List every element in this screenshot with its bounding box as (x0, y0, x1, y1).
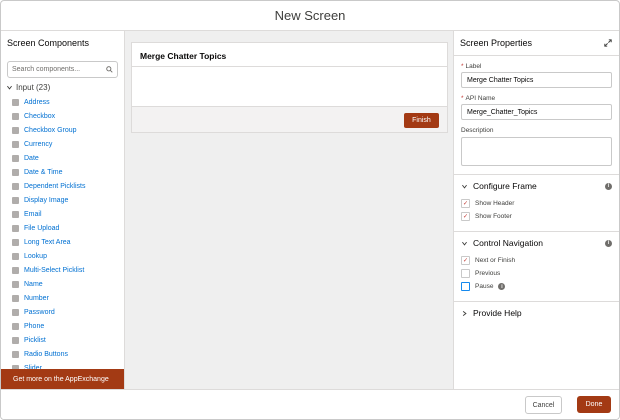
screen-canvas: Merge Chatter Topics Finish (125, 31, 453, 389)
component-item[interactable]: Date & Time (1, 165, 124, 179)
search-placeholder: Search components... (12, 66, 81, 73)
checkmark-icon: ✓ (461, 199, 470, 208)
provide-help-section: Provide Help (454, 301, 619, 324)
api-name-field-label: * API Name (461, 95, 496, 102)
component-icon (12, 196, 19, 204)
screen-components-panel: Screen Components Search components... I… (1, 31, 125, 389)
show-footer-checkbox[interactable]: ✓ Show Footer (454, 210, 619, 223)
provide-help-toggle[interactable]: Provide Help (454, 302, 619, 324)
component-item[interactable]: Address (1, 95, 124, 109)
component-icon (12, 350, 19, 358)
properties-header: Screen Properties (454, 31, 619, 56)
chevron-down-icon (6, 84, 13, 91)
show-header-checkbox[interactable]: ✓ Show Header (454, 197, 619, 210)
checkmark-icon: ✓ (461, 256, 470, 265)
component-icon (12, 210, 19, 218)
component-icon (12, 154, 19, 162)
component-icon (12, 224, 19, 232)
component-icon (12, 140, 19, 148)
screen-preview-title: Merge Chatter Topics (132, 43, 447, 67)
control-navigation-section: Control Navigation i ✓ Next or Finish Pre… (454, 231, 619, 293)
chevron-right-icon (461, 310, 468, 317)
screen-preview-card[interactable]: Merge Chatter Topics Finish (131, 42, 448, 133)
screen-preview-footer: Finish (132, 106, 447, 132)
cancel-button[interactable]: Cancel (525, 396, 562, 414)
component-item[interactable]: Long Text Area (1, 235, 124, 249)
components-panel-title: Screen Components (7, 38, 90, 48)
pause-checkbox[interactable]: Pause i (454, 280, 619, 293)
done-button[interactable]: Done (577, 396, 611, 413)
empty-checkbox-icon (461, 282, 470, 291)
component-item[interactable]: Checkbox Group (1, 123, 124, 137)
component-icon (12, 322, 19, 330)
component-item[interactable]: Picklist (1, 333, 124, 347)
component-item[interactable]: Lookup (1, 249, 124, 263)
required-asterisk: * (461, 63, 464, 70)
component-icon (12, 266, 19, 274)
previous-checkbox[interactable]: Previous (454, 267, 619, 280)
component-item[interactable]: Checkbox (1, 109, 124, 123)
properties-title: Screen Properties (460, 38, 533, 48)
component-item[interactable]: Display Image (1, 193, 124, 207)
component-item[interactable]: Currency (1, 137, 124, 151)
component-icon (12, 182, 19, 190)
screen-properties-panel: Screen Properties * Label Merge Chatter T… (453, 31, 619, 389)
configure-frame-section: Configure Frame i ✓ Show Header ✓ Show Foo… (454, 174, 619, 223)
component-item[interactable]: Phone (1, 319, 124, 333)
group-label: Input (23) (16, 83, 51, 92)
info-icon[interactable]: i (605, 182, 612, 190)
configure-frame-toggle[interactable]: Configure Frame i (454, 175, 619, 197)
component-icon (12, 294, 19, 302)
component-item[interactable]: File Upload (1, 221, 124, 235)
component-icon (12, 126, 19, 134)
component-icon (12, 280, 19, 288)
component-item[interactable]: Number (1, 291, 124, 305)
chevron-down-icon (461, 183, 468, 190)
description-textarea[interactable] (461, 137, 612, 166)
description-field-label: Description (461, 127, 494, 134)
expand-icon[interactable] (604, 39, 612, 47)
component-item[interactable]: Dependent Picklists (1, 179, 124, 193)
control-navigation-toggle[interactable]: Control Navigation i (454, 232, 619, 254)
checkmark-icon: ✓ (461, 212, 470, 221)
new-screen-dialog: New Screen Screen Components Search comp… (0, 0, 620, 420)
dialog-footer: Cancel Done (1, 389, 619, 419)
api-name-input[interactable]: Merge_Chatter_Topics (461, 104, 612, 120)
component-item[interactable]: Multi-Select Picklist (1, 263, 124, 277)
next-or-finish-checkbox[interactable]: ✓ Next or Finish (454, 254, 619, 267)
required-asterisk: * (461, 95, 464, 102)
component-icon (12, 308, 19, 316)
component-icon (12, 112, 19, 120)
label-input[interactable]: Merge Chatter Topics (461, 72, 612, 88)
search-components-input[interactable]: Search components... (7, 61, 118, 78)
component-icon (12, 98, 19, 106)
component-icon (12, 336, 19, 344)
info-icon[interactable]: i (498, 283, 506, 290)
info-icon[interactable]: i (605, 239, 612, 247)
appexchange-link[interactable]: Get more on the AppExchange (1, 369, 124, 389)
component-item[interactable]: Password (1, 305, 124, 319)
dialog-title: New Screen (274, 8, 346, 23)
input-group-toggle[interactable]: Input (23) (6, 83, 124, 92)
component-list: Address Checkbox Checkbox Group Currency… (1, 95, 124, 375)
label-field-label: * Label (461, 63, 482, 70)
component-icon (12, 238, 19, 246)
component-item[interactable]: Radio Buttons (1, 347, 124, 361)
component-icon (12, 168, 19, 176)
component-item[interactable]: Email (1, 207, 124, 221)
component-item[interactable]: Name (1, 277, 124, 291)
search-icon (106, 66, 113, 73)
dialog-header: New Screen (1, 1, 619, 31)
chevron-down-icon (461, 240, 468, 247)
empty-checkbox-icon (461, 269, 470, 278)
component-icon (12, 252, 19, 260)
finish-button[interactable]: Finish (404, 113, 439, 128)
component-item[interactable]: Date (1, 151, 124, 165)
